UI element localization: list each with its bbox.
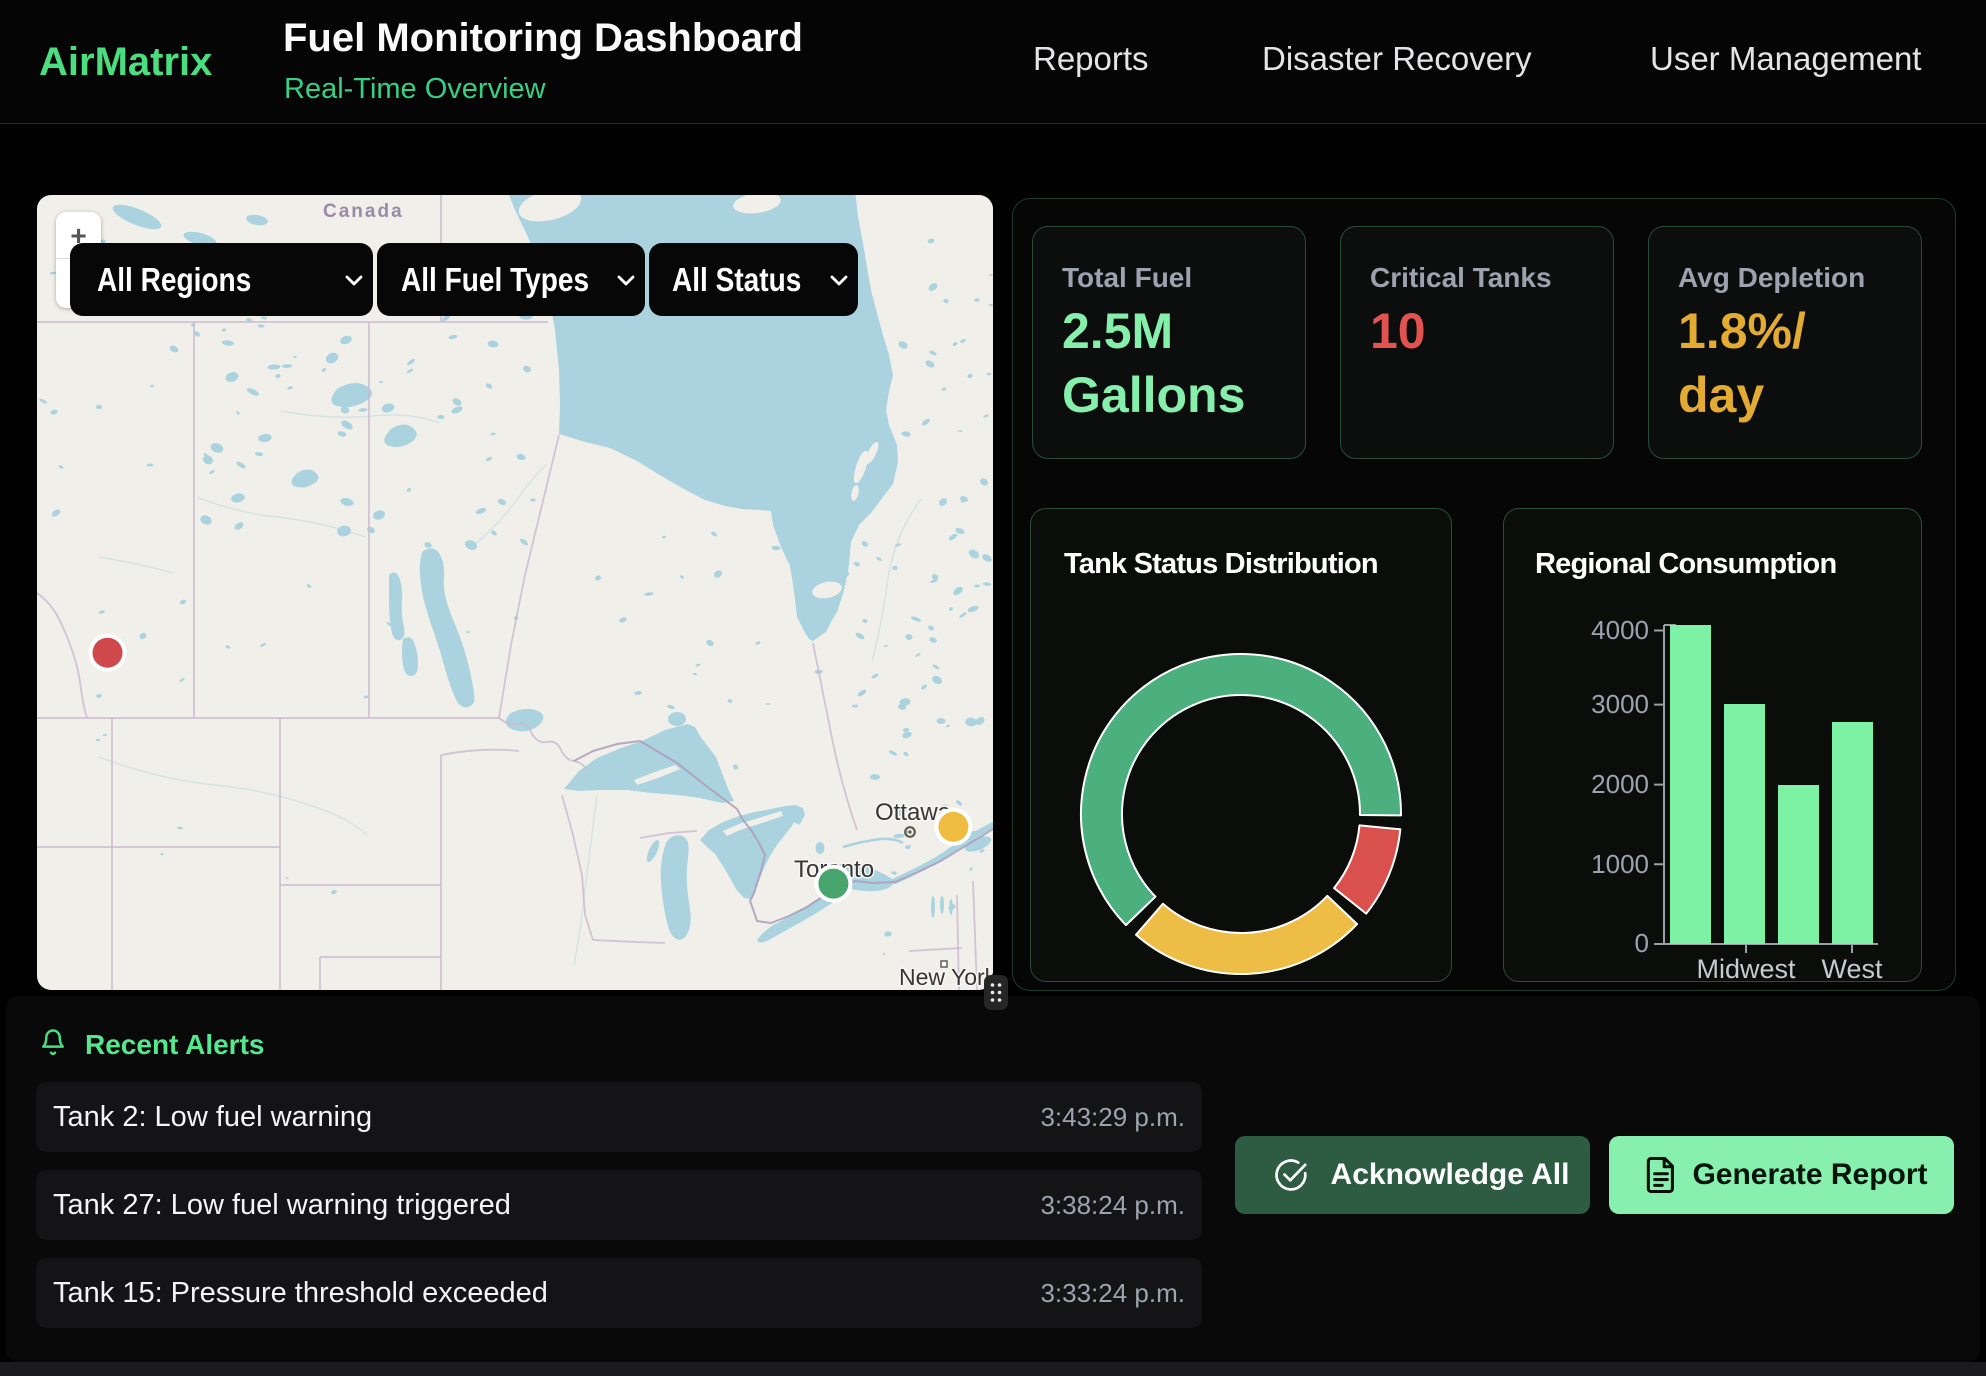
svg-text:Canada: Canada bbox=[323, 201, 404, 222]
svg-text:3000: 3000 bbox=[1591, 689, 1649, 719]
svg-text:1000: 1000 bbox=[1591, 849, 1649, 879]
svg-text:West: West bbox=[1821, 954, 1883, 982]
svg-text:Midwest: Midwest bbox=[1696, 954, 1796, 982]
svg-text:2000: 2000 bbox=[1591, 769, 1649, 799]
svg-text:4000: 4000 bbox=[1591, 615, 1649, 645]
svg-text:New York: New York bbox=[899, 964, 993, 990]
svg-text:0: 0 bbox=[1635, 928, 1649, 958]
